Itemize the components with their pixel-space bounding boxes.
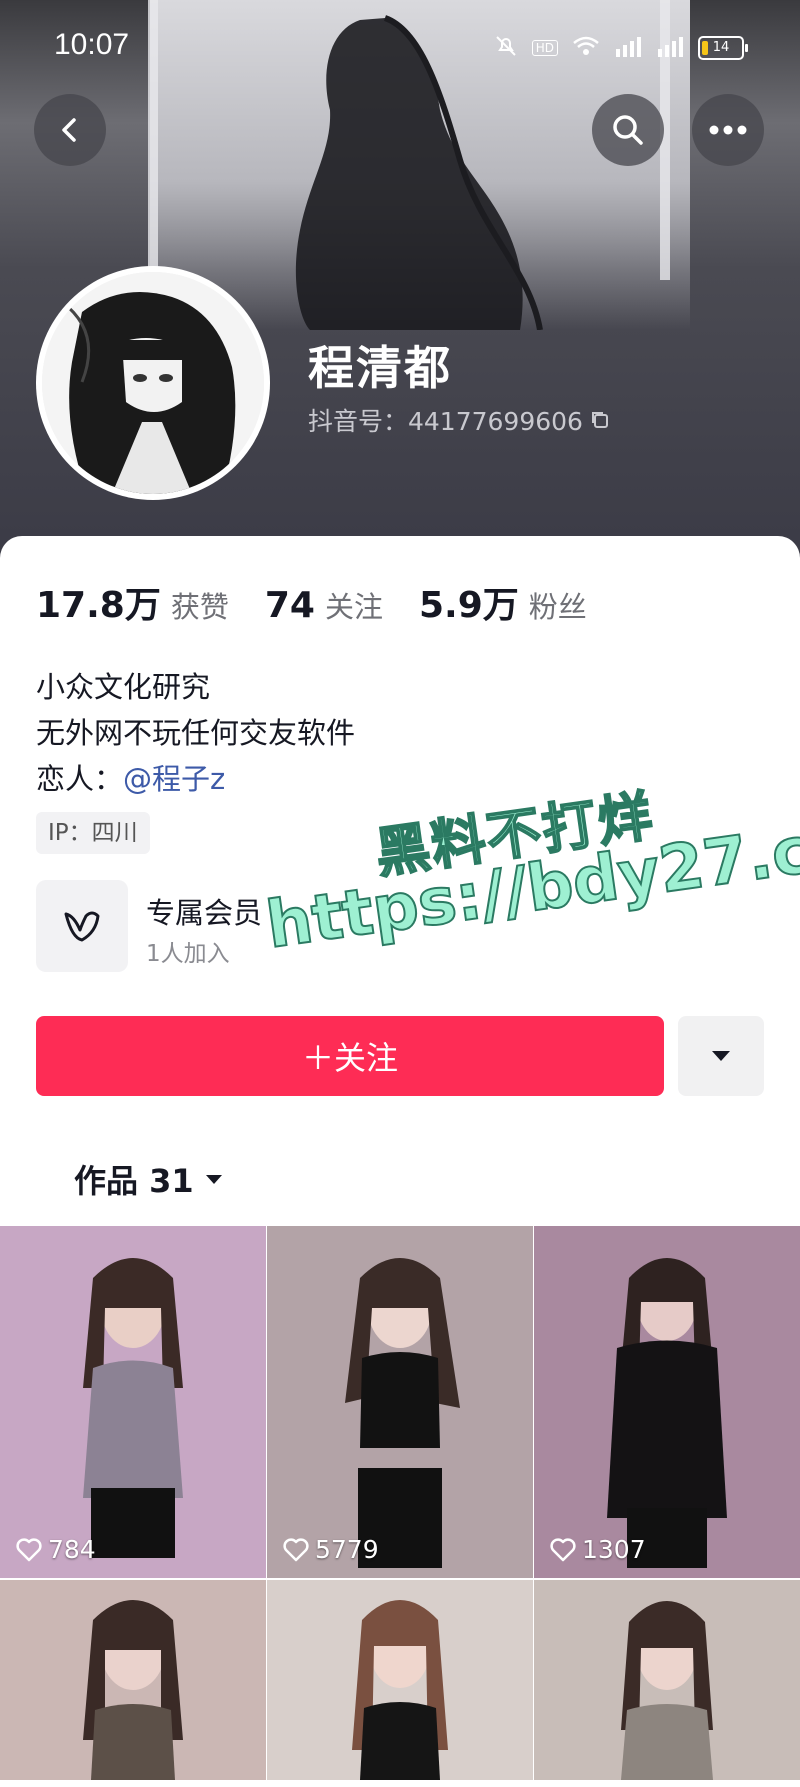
- mute-icon: [494, 34, 518, 62]
- video-thumbnail: [607, 1258, 727, 1568]
- stat-label: 关注: [324, 590, 383, 624]
- video-thumbnail: [345, 1258, 460, 1568]
- heart-icon: [16, 1537, 42, 1561]
- like-count-value: 1307: [582, 1535, 646, 1564]
- like-count: 784: [16, 1535, 96, 1564]
- like-count-value: 784: [48, 1535, 96, 1564]
- stat-label: 粉丝: [528, 590, 587, 624]
- like-count: 5779: [283, 1535, 379, 1564]
- caret-down-icon: [205, 1175, 222, 1184]
- profile-page: 10:07 HD 14 程清都 抖音号：44177699606 17.8万 获赞…: [0, 0, 800, 1787]
- bio: 小众文化研究 无外网不玩任何交友软件 恋人：@程子z: [36, 664, 355, 802]
- stat-followers[interactable]: 5.9万 粉丝: [419, 576, 587, 628]
- like-count-value: 5779: [315, 1535, 379, 1564]
- douyin-id-text: 抖音号：44177699606: [308, 407, 583, 436]
- stat-value: 5.9万: [418, 585, 519, 626]
- heart-icon: [283, 1537, 309, 1561]
- signal-icon-2: [656, 35, 684, 61]
- member-subtitle: 1人加入: [146, 941, 230, 967]
- stat-likes[interactable]: 17.8万 获赞: [36, 576, 229, 628]
- bio-line: 无外网不玩任何交友软件: [36, 716, 356, 750]
- heart-icon: [550, 1537, 576, 1561]
- bio-line: 小众文化研究: [36, 670, 211, 704]
- tab-works-label: 作品 31: [74, 1162, 194, 1200]
- caret-down-icon: [712, 1051, 730, 1061]
- video-tile[interactable]: 784: [0, 1226, 266, 1578]
- stat-label: 获赞: [170, 590, 229, 624]
- stats-row: 17.8万 获赞 74 关注 5.9万 粉丝: [36, 576, 623, 628]
- bio-line-lover: 恋人：@程子z: [36, 756, 355, 802]
- video-grid: 784 5779 1307: [0, 1226, 800, 1780]
- follow-button[interactable]: ＋关注: [36, 1016, 664, 1096]
- follow-dropdown-button[interactable]: [678, 1016, 764, 1096]
- video-tile[interactable]: [534, 1580, 800, 1780]
- douyin-id[interactable]: 抖音号：44177699606: [308, 402, 611, 438]
- status-bar: 10:07 HD 14: [0, 0, 800, 95]
- hd-icon: HD: [531, 40, 558, 56]
- tab-works[interactable]: 作品 31: [74, 1156, 224, 1202]
- video-tile[interactable]: 1307: [534, 1226, 800, 1578]
- video-thumbnail: [621, 1601, 713, 1780]
- video-tile[interactable]: [267, 1580, 533, 1780]
- ip-location-tag: IP：四川: [36, 812, 150, 854]
- status-time: 10:07: [54, 28, 130, 61]
- status-icons: HD 14: [494, 34, 748, 62]
- member-title: 专属会员: [146, 896, 263, 930]
- video-thumbnail: [83, 1258, 183, 1558]
- like-count: 1307: [550, 1535, 646, 1564]
- stat-value: 17.8万: [36, 585, 161, 626]
- copy-icon[interactable]: [589, 409, 611, 431]
- more-options-button[interactable]: [692, 94, 764, 166]
- video-tile[interactable]: [0, 1580, 266, 1780]
- signal-icon: [614, 35, 642, 61]
- nickname: 程清都: [308, 341, 452, 395]
- stat-value: 74: [264, 585, 315, 626]
- chevron-left-icon: [62, 118, 76, 142]
- ellipsis-icon: [709, 125, 747, 135]
- video-thumbnail: [352, 1600, 448, 1780]
- search-icon: [613, 115, 643, 145]
- avatar-image: [42, 272, 264, 494]
- battery-icon: 14: [698, 36, 748, 60]
- member-logo: [36, 880, 128, 972]
- video-tile[interactable]: 5779: [267, 1226, 533, 1578]
- video-thumbnail: [83, 1600, 183, 1780]
- search-button[interactable]: [592, 94, 664, 166]
- heart-v-icon: [64, 911, 100, 942]
- wifi-icon: [572, 35, 600, 61]
- back-button[interactable]: [34, 94, 106, 166]
- stat-following[interactable]: 74 关注: [265, 584, 383, 626]
- lover-prefix: 恋人：: [36, 762, 124, 796]
- lover-mention-link[interactable]: @程子z: [123, 762, 225, 796]
- avatar[interactable]: [36, 266, 270, 500]
